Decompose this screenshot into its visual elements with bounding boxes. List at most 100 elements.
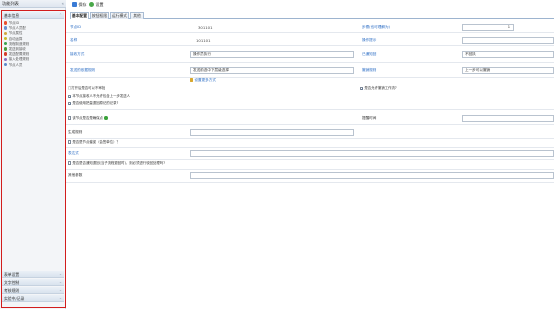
tree-item-label: 节点ID	[8, 21, 20, 25]
checkbox	[68, 161, 72, 165]
step-label: 步骤(也可理解为)	[362, 25, 390, 29]
chevron-up-icon: ⌃	[58, 13, 62, 17]
dept-select[interactable]: 操作员执行	[190, 51, 354, 58]
help-icon	[103, 116, 108, 120]
node-id-value: 301101	[198, 25, 213, 30]
settings-button[interactable]: 设置	[89, 1, 104, 9]
reminder-label: 提醒时间	[362, 116, 377, 120]
collapse-icon[interactable]: «	[62, 0, 64, 8]
row-divider	[66, 169, 554, 170]
chevron-down-icon: ⌄	[58, 288, 62, 292]
check-open-no-approve[interactable]: □打开后是否可以不审批	[68, 86, 105, 91]
node-icon	[4, 26, 8, 30]
row-divider	[66, 109, 554, 110]
check-label: 是否是否通知退回(当子流程退回时)，则必须进行驳回处理吗?	[72, 161, 165, 165]
panel-title-text: 功能列表	[2, 1, 19, 6]
chevron-down-icon: ⌄	[58, 272, 62, 276]
checkbox	[68, 116, 72, 120]
group-records[interactable]: 实验中/记录 ⌄	[2, 295, 64, 302]
back-select[interactable]: 上一步可以撤销	[462, 67, 554, 74]
node-icon	[4, 36, 8, 41]
tab-button-permissions[interactable]: 按钮权限	[90, 12, 109, 19]
tab-run-mode[interactable]: 运行模式	[110, 12, 129, 19]
group-label: 考核规则	[4, 288, 20, 293]
tree-item-label: 发送到接收	[8, 47, 26, 51]
row-divider	[66, 147, 554, 148]
chevron-down-icon: ⌄	[58, 280, 62, 284]
settings-icon	[190, 78, 194, 82]
check-return-subflow[interactable]: 是否是否通知退回(当子流程退回时)，则必须进行驳回处理吗?	[68, 161, 165, 166]
send-rule-label: 发送的依据规则	[70, 68, 96, 72]
checkbox	[68, 140, 72, 144]
node-id-label: 节点ID	[70, 25, 82, 29]
tab-label: 基本配置	[71, 13, 88, 18]
remark-input[interactable]	[190, 150, 554, 157]
row-divider	[66, 124, 554, 125]
group-basic-info[interactable]: 基本信息 ⌃	[2, 12, 64, 19]
group-text-control[interactable]: 文字控制 ⌄	[2, 279, 64, 286]
save-icon	[72, 2, 77, 7]
tab-label: 其他	[133, 13, 141, 18]
check-label: 该节点是否是确保点	[72, 116, 103, 120]
tab-bar: 基本配置 按钮权限 运行模式 其他	[70, 11, 554, 19]
settings-label: 设置	[95, 2, 104, 7]
row-divider	[66, 138, 554, 139]
check-allow-revoke[interactable]: ✓是否允许撤销工作流?	[360, 86, 397, 91]
left-panel: 功能列表 « 基本信息 ⌃ 节点ID 节点人员配 节点属性 自动运算 流程制造规则 发送到…	[0, 0, 66, 309]
group-label: 表单设置	[4, 272, 20, 277]
group-label: 基本信息	[4, 13, 20, 18]
row-divider	[66, 32, 554, 33]
checkbox: ✓	[68, 101, 72, 106]
tree-item-label: 节点人员	[8, 62, 23, 67]
node-icon	[4, 52, 8, 56]
tree-item[interactable]: 节点人员	[4, 63, 22, 68]
gear-icon	[89, 2, 94, 7]
tree-item-label: 节点属性	[8, 31, 23, 36]
sub-rule-input[interactable]	[190, 129, 354, 136]
other-params-label: 其他参数	[68, 173, 83, 177]
group-label: 实验中/记录	[4, 296, 25, 301]
save-label: 保存	[78, 2, 87, 7]
checkbox: ✓	[68, 94, 72, 99]
row-divider	[66, 182, 554, 183]
tree-item-label: 发送配置规则	[8, 52, 30, 57]
group-form-settings[interactable]: 表单设置 ⌄	[2, 271, 64, 278]
reminder-input[interactable]	[462, 115, 554, 122]
node-icon	[4, 47, 8, 51]
check-node-urge[interactable]: 是否是节点催促（会签单位）？	[68, 140, 120, 145]
confirm-label: 已通知回	[362, 52, 377, 56]
back-label: 撤销规则	[362, 68, 377, 72]
check-label: 本节点接收人不允许包含上一步发送人	[72, 94, 131, 98]
node-icon	[4, 31, 8, 35]
check-label: 是否是节点催促（会签单位）？	[72, 140, 120, 144]
confirm-select[interactable]: 不回执	[462, 51, 554, 58]
dept-label: 接收方式	[70, 52, 85, 56]
tree-item-label: 接入处理规则	[8, 57, 30, 62]
op-tip-label: 操作提示	[362, 38, 377, 42]
more-settings-link[interactable]: 设置更多方式	[190, 78, 216, 83]
check-exclude-sender[interactable]: ✓本节点接收人不允许包含上一步发送人	[68, 94, 130, 99]
node-icon	[4, 21, 8, 25]
op-tip-input[interactable]	[462, 37, 554, 44]
name-label: 名称	[70, 38, 78, 42]
step-input[interactable]: 1	[462, 24, 514, 31]
tab-label: 运行模式	[111, 13, 128, 18]
check-label: □打开后是否可以不审批	[68, 86, 106, 90]
check-return-record[interactable]: ✓是否使用把量退回原记的记录?	[68, 101, 118, 106]
sub-rule-label: 生成规则	[68, 130, 83, 134]
save-button[interactable]: 保存	[72, 1, 87, 9]
tab-basic-config[interactable]: 基本配置	[70, 12, 89, 19]
tab-other[interactable]: 其他	[130, 12, 144, 19]
row-divider	[66, 45, 554, 46]
row-divider	[66, 62, 554, 63]
node-icon	[4, 57, 8, 61]
send-rule-select[interactable]: 发送前选中下层级选择	[190, 67, 354, 74]
group-label: 文字控制	[4, 280, 20, 285]
other-params-input[interactable]	[190, 172, 554, 179]
node-icon	[4, 42, 8, 46]
group-assessment[interactable]: 考核规则 ⌄	[2, 287, 64, 294]
checkbox: ✓	[360, 86, 364, 91]
node-icon	[4, 62, 8, 67]
check-ensure-point[interactable]: 该节点是否是确保点	[68, 116, 108, 121]
check-label: 是否使用把量退回原记的记录?	[72, 101, 119, 105]
